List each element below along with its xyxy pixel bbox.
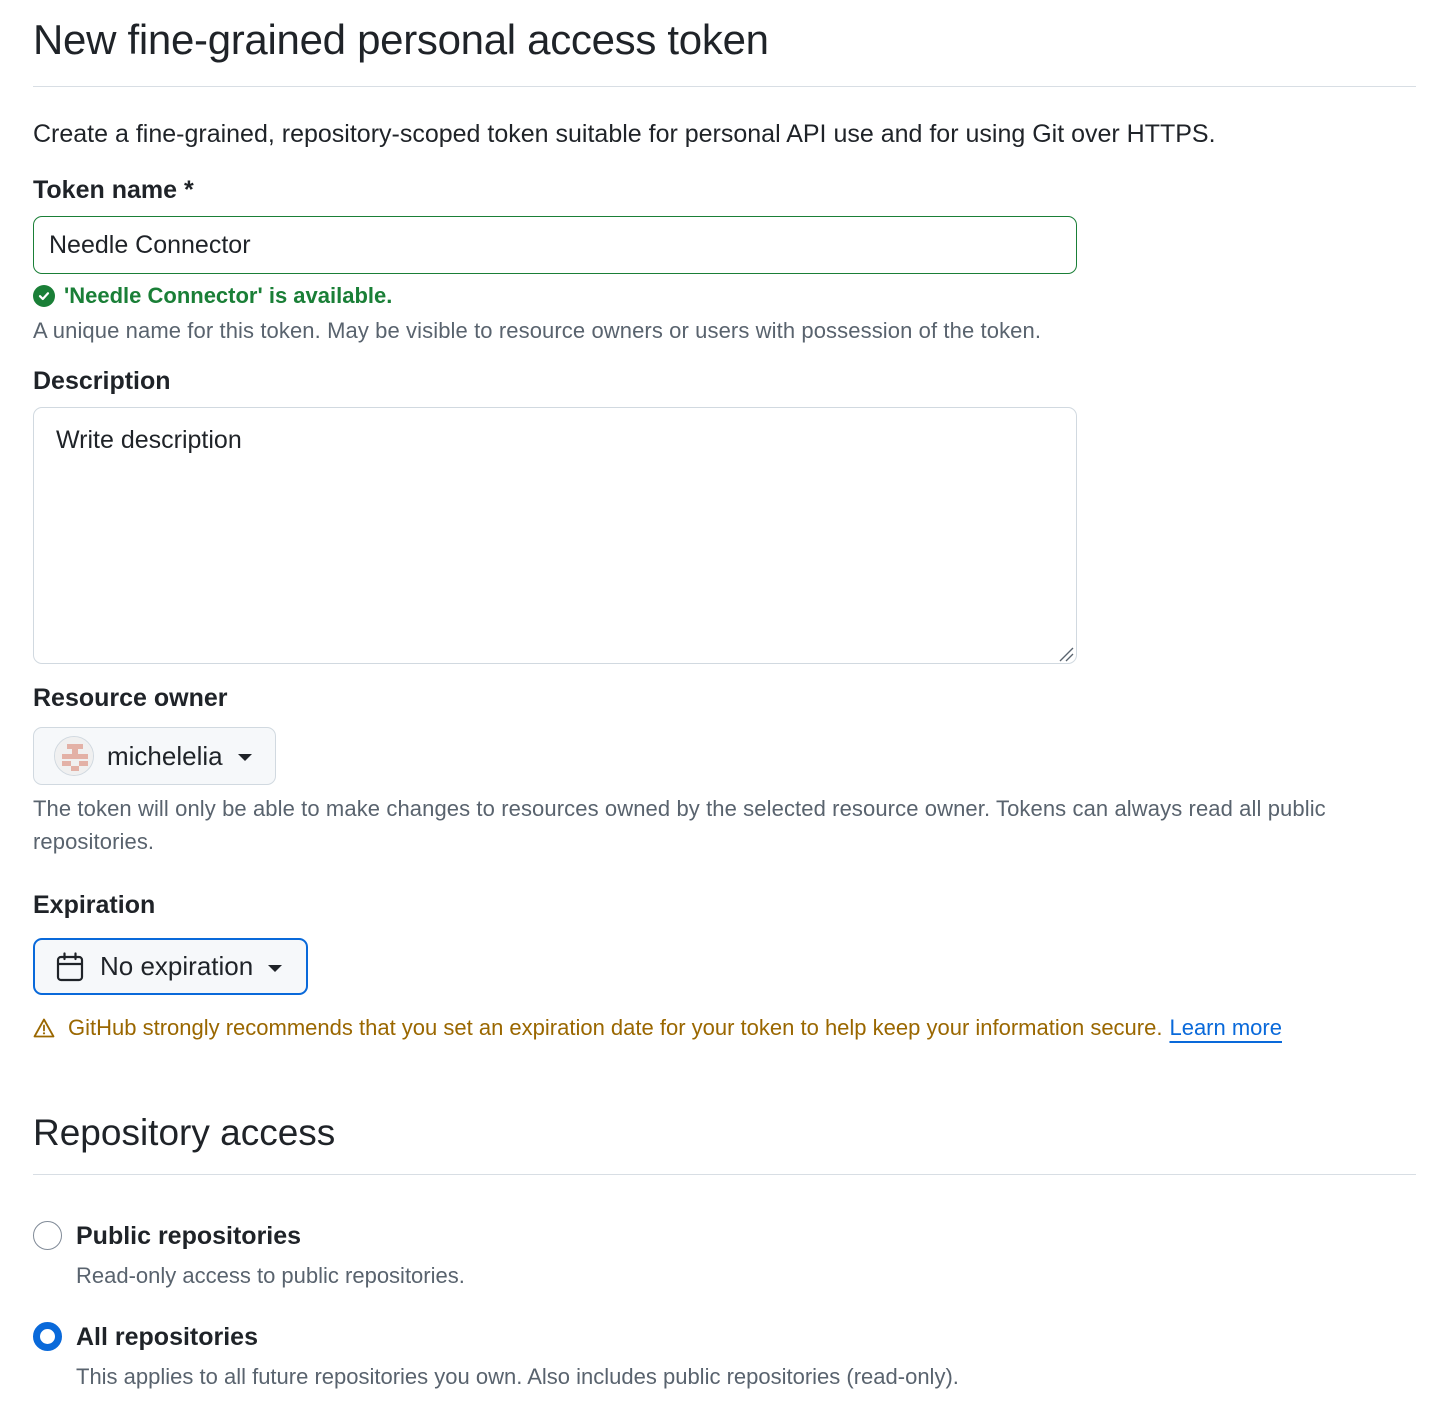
resource-owner-hint: The token will only be able to make chan… — [33, 796, 1326, 854]
description-textarea[interactable] — [33, 407, 1077, 664]
repository-access-title: Repository access — [33, 1112, 336, 1153]
all-repositories-hint: This applies to all future repositories … — [76, 1364, 959, 1389]
expiration-warning-text: GitHub strongly recommends that you set … — [68, 1014, 1163, 1040]
expiration-warning: GitHub strongly recommends that you set … — [33, 1011, 1282, 1044]
public-repositories-hint: Read-only access to public repositories. — [76, 1263, 465, 1288]
resource-owner-dropdown[interactable]: michelelia — [33, 727, 276, 785]
public-repositories-label[interactable]: Public repositories — [76, 1220, 301, 1252]
token-name-input[interactable] — [33, 216, 1077, 274]
availability-message: 'Needle Connector' is available. — [64, 283, 393, 308]
triangle-down-icon — [237, 754, 252, 761]
resource-owner-label: Resource owner — [33, 684, 228, 712]
token-name-availability: 'Needle Connector' is available. — [33, 280, 392, 312]
page-title: New fine-grained personal access token — [33, 16, 769, 63]
expiration-dropdown[interactable]: No expiration — [33, 938, 308, 995]
all-repositories-radio[interactable] — [33, 1322, 62, 1351]
all-repositories-label[interactable]: All repositories — [76, 1321, 258, 1353]
resource-owner-value: michelelia — [107, 740, 223, 771]
triangle-down-icon — [268, 964, 283, 972]
token-name-hint: A unique name for this token. May be vis… — [33, 318, 1042, 343]
description-label: Description — [33, 367, 171, 395]
expiration-label: Expiration — [33, 891, 156, 919]
avatar — [54, 736, 94, 776]
public-repositories-radio[interactable] — [33, 1221, 62, 1250]
expiration-value: No expiration — [100, 951, 254, 981]
title-divider — [33, 86, 1416, 87]
calendar-icon — [56, 951, 84, 981]
check-circle-fill-icon — [33, 285, 55, 307]
resize-handle-icon[interactable] — [1057, 645, 1074, 662]
page-intro: Create a fine-grained, repository-scoped… — [33, 120, 1216, 148]
learn-more-link[interactable]: Learn more — [1169, 1015, 1282, 1041]
section-divider — [33, 1174, 1416, 1175]
alert-triangle-icon — [33, 1018, 55, 1037]
token-name-label: Token name * — [33, 176, 194, 204]
